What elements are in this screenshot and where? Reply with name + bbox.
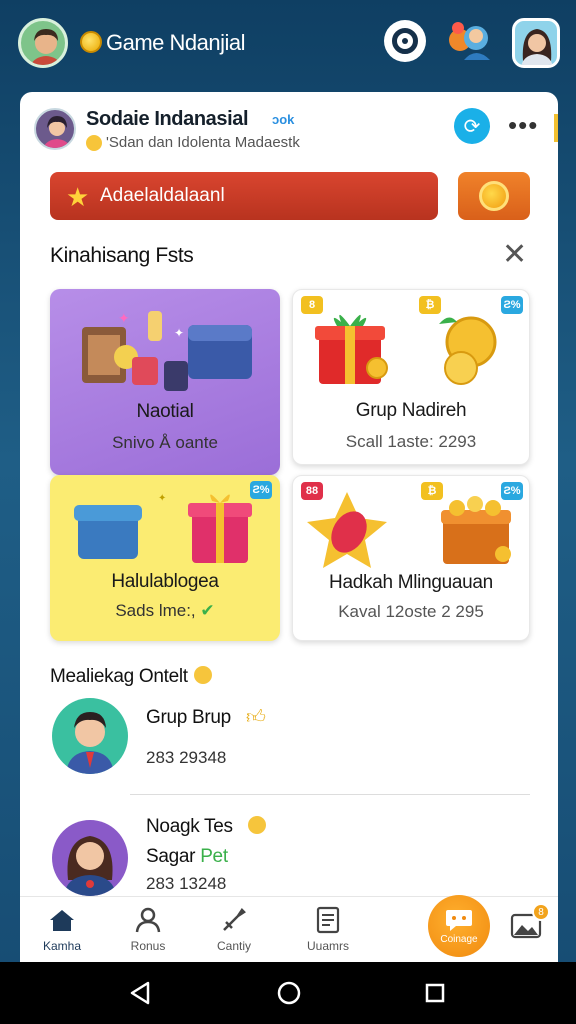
group-name: Sodaie Indanasial xyxy=(86,108,249,130)
people-icon xyxy=(108,905,188,935)
trophy-chest-illustration xyxy=(307,492,511,568)
member-avatar[interactable] xyxy=(52,698,128,774)
back-icon[interactable] xyxy=(128,980,154,1006)
coin-icon xyxy=(80,31,102,53)
friends-icon[interactable] xyxy=(442,16,496,70)
tile-subtitle: Scall 1aste: 2293 xyxy=(345,432,477,451)
tile-subtitle-row: Sads lme:, ✔ xyxy=(50,601,280,621)
nav-home[interactable]: Kamha xyxy=(22,905,102,953)
toys-illustration: ✦ ✦ xyxy=(82,310,252,391)
section-title: Kinahisang Fsts xyxy=(50,244,194,267)
profile-avatar[interactable] xyxy=(512,18,560,68)
chat-icon xyxy=(446,909,472,931)
top-bar: Game Ndanjial xyxy=(0,0,576,88)
recents-icon[interactable] xyxy=(422,980,448,1006)
list-item[interactable]: Grup Brup 👍︎ 283 29348 xyxy=(20,696,558,796)
group-avatar[interactable] xyxy=(34,108,76,150)
nav-uuamrs[interactable]: Uuamrs xyxy=(288,905,368,953)
wink-icon xyxy=(247,816,266,834)
target-button[interactable] xyxy=(384,20,426,62)
target-icon xyxy=(392,28,418,54)
refresh-icon: ⟳ xyxy=(463,115,481,138)
list-divider xyxy=(130,794,530,795)
emoji-icon xyxy=(86,135,102,151)
list-section-title: Mealiekag Ontelt xyxy=(50,666,212,688)
nav-cantiy[interactable]: Cantiy xyxy=(194,905,274,953)
list-icon xyxy=(288,905,368,935)
member-name: Grup Brup 👍︎ xyxy=(146,707,266,728)
nav-label: Uuamrs xyxy=(306,939,349,953)
check-icon: ✔ xyxy=(200,601,215,620)
home-icon xyxy=(22,905,102,935)
member-avatar[interactable] xyxy=(52,820,128,896)
nav-coinage-fab[interactable]: Coinage xyxy=(428,895,490,957)
tile-title: Naotial xyxy=(136,401,194,422)
refresh-button[interactable]: ⟳ xyxy=(454,108,490,144)
list-section-label: Mealiekag Ontelt xyxy=(50,666,188,687)
tile-grup-nadireh[interactable]: 8 ₿ Ƨ% Grup Nadireh Scall 1aste: 2293 xyxy=(292,289,530,465)
tile-subtitle: Snivo Å oante xyxy=(112,433,218,452)
coin-button[interactable] xyxy=(458,172,530,220)
gift-coins-illustration xyxy=(315,314,497,385)
notification-badge: 8 xyxy=(532,903,550,921)
user-avatar[interactable] xyxy=(18,18,68,68)
main-card: Sodaie Indanasial ɔok 'Sdan dan Idolenta… xyxy=(20,92,558,962)
tile-halulablogea[interactable]: Ƨ% ✦ Halulablogea Sads lme:, ✔ xyxy=(50,475,280,641)
banner-label: Adaelaldalaanl xyxy=(100,185,225,206)
more-options-icon[interactable]: ••• xyxy=(508,110,538,141)
nav-label: Ronus xyxy=(130,939,166,953)
nav-label: Kamha xyxy=(42,939,82,953)
app-title: Game Ndanjial xyxy=(106,30,246,55)
svg-text:✦: ✦ xyxy=(158,493,166,504)
home-circle-icon[interactable] xyxy=(276,980,302,1006)
svg-text:✦: ✦ xyxy=(118,310,130,326)
nav-label: Coinage xyxy=(440,933,478,945)
tile-naotial[interactable]: ✦ ✦ Naotial Snivo Å oante xyxy=(50,289,280,475)
edge-tab xyxy=(554,114,558,142)
member-value: 283 13248 xyxy=(146,874,227,893)
tile-subtitle: Sads lme:, xyxy=(115,601,196,620)
member-role: Sagar Pet xyxy=(146,846,228,867)
close-icon[interactable]: ✕ xyxy=(502,240,527,270)
member-tag: Pet xyxy=(200,846,228,867)
group-tag: ɔok xyxy=(272,112,295,127)
bottom-nav: Kamha Ronus Cantiy Uuamrs Coinage 8 xyxy=(20,895,558,962)
member-name: Noagk Tes xyxy=(146,816,266,838)
tile-title: Halulablogea xyxy=(111,571,219,592)
nav-ronus[interactable]: Ronus xyxy=(108,905,188,953)
svg-text:✦: ✦ xyxy=(174,326,184,340)
tile-title: Grup Nadireh xyxy=(355,400,467,421)
tile-title: Hadkah Mlinguauan xyxy=(329,572,493,593)
smile-icon xyxy=(193,666,212,684)
group-subtitle: 'Sdan dan Idolenta Madaestk xyxy=(106,134,300,151)
system-nav-bar xyxy=(0,962,576,1024)
thumbs-up-icon: 👍︎ xyxy=(245,707,266,728)
coin-icon xyxy=(479,181,509,211)
boxes-illustration: ✦ xyxy=(74,493,252,563)
tile-hadkah[interactable]: 88 ₿ Ƨ% Hadkah Mlinguauan Kaval 12oste 2… xyxy=(292,475,530,641)
tile-subtitle: Kaval 12oste 2 295 xyxy=(338,602,484,621)
sword-icon xyxy=(194,905,274,935)
nav-label: Cantiy xyxy=(216,939,251,953)
promo-banner-button[interactable]: ★ Adaelaldalaanl xyxy=(50,172,438,220)
star-icon: ★ xyxy=(66,182,90,212)
member-value: 283 29348 xyxy=(146,748,227,767)
